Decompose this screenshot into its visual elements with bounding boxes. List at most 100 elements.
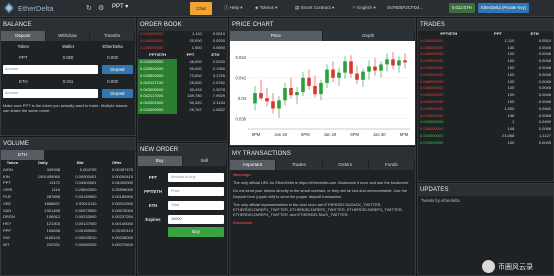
amount-to-buy-input[interactable]: Amount to buy (168, 172, 224, 182)
trade-price: 0.046000000 (420, 85, 444, 91)
volume-row[interactable]: HSY 121303 0.00137000 0.00140000 (1, 221, 135, 228)
token-select[interactable]: PPT ▾ (112, 3, 128, 10)
trade-ppt: 148 (507, 112, 515, 118)
candle-body (307, 77, 311, 86)
ask-row[interactable]: 0.046000000 1,110 0.0510 (138, 31, 227, 38)
trade-row: 0.046000000 100 0.0046 (418, 65, 553, 72)
volume-row[interactable]: PLR 287898 0.00189900 0.00189900 (1, 194, 135, 201)
deposit-button-eth[interactable]: Deposit (102, 89, 133, 98)
nav-language[interactable]: ⚐ English ▾ (352, 5, 376, 11)
tab-price[interactable]: Price (230, 31, 323, 41)
tweets-link[interactable]: Tweets by etherdelta (418, 196, 553, 205)
tab-transfer[interactable]: Transfer (90, 31, 135, 41)
trade-price: 0.046000000 (420, 78, 444, 84)
tab-orders[interactable]: Orders (322, 160, 369, 170)
private-key-badge[interactable]: EtherDelta (Private Key) (478, 3, 530, 13)
amount-input-eth[interactable]: Amount (3, 89, 98, 98)
bid-row[interactable]: 0.043127100 25,000 1.0782 (138, 79, 227, 87)
bid-row[interactable]: 0.044000000 46,000 2.0240 (138, 59, 227, 67)
bid-row[interactable]: 0.043000000 30,415 1.3078 (138, 86, 227, 94)
ask-row[interactable]: 0.046000000 1,500 0.0690 (138, 45, 227, 52)
candle-body (355, 73, 359, 80)
candle-body (265, 98, 269, 102)
tab-deposit[interactable]: Deposit (1, 31, 46, 41)
volume-daily: 11472 (49, 180, 60, 186)
tab-eth[interactable]: ETH (1, 150, 45, 160)
y-tick-label: 0.04 (238, 96, 247, 101)
bid-row[interactable]: 0.042001000 50,320 2.1134 (138, 100, 227, 107)
bid-price: 0.042001000 (138, 100, 178, 107)
volume-row[interactable]: AION 349338 0.004799 0.00497470 (1, 167, 135, 174)
token-select-label: PPT (112, 4, 124, 10)
settings-icon[interactable]: ⚙ (98, 4, 104, 12)
candle-body (403, 60, 407, 63)
price-input[interactable]: Price (168, 186, 224, 196)
balance-row-eth: ETH 0.011 0.000 (1, 76, 135, 87)
tab-withdraw[interactable]: Withdraw (45, 31, 91, 41)
refresh-icon[interactable]: ↻ (86, 4, 92, 12)
volume-offer: 0.00237254 (111, 214, 133, 220)
tab-trades[interactable]: Trades (276, 160, 323, 170)
volume-bid: 0.00080003 (75, 241, 97, 247)
tab-funds[interactable]: Funds (368, 160, 415, 170)
amount-input-ppt[interactable]: Amount (3, 65, 98, 74)
bid-row[interactable]: 0.043900000 50,000 2.1950 (138, 66, 227, 73)
logo[interactable]: EtherDelta (3, 2, 53, 14)
nav-smart-contract[interactable]: ▤ Smart Contract ▾ (295, 5, 334, 11)
volume-row[interactable]: SIG 1165126 0.00035510 0.00036000 (1, 235, 135, 242)
volume-daily: 1301458 (44, 207, 60, 213)
tab-depth[interactable]: Depth (322, 31, 415, 41)
bid-ppt: 30,415 (189, 86, 202, 92)
volume-row[interactable]: INT 202931 0.00080003 0.00079400 (1, 242, 135, 249)
bid-row[interactable]: 0.042117000 189,780 7.9929 (138, 93, 227, 101)
nav-help[interactable]: ⓘ Help ▾ (224, 5, 243, 11)
ask-ppt: 20,000 (189, 37, 202, 43)
buy-button[interactable]: Buy (168, 227, 224, 237)
trade-ppt: 100 (507, 64, 515, 70)
balance-token: ETH (19, 79, 28, 84)
transactions-title: MY TRANSACTIONS (230, 148, 415, 160)
balance-token: PPT (19, 55, 28, 60)
ob-col-eth: ETH (211, 51, 220, 57)
chat-button[interactable]: Chat (190, 2, 212, 15)
order-book-table: 0.046000000 1,110 0.0510 0.046000000 20,000 0… (138, 31, 227, 114)
tab-important[interactable]: Important (230, 160, 277, 170)
nav-tokens-label: Tokens (259, 5, 274, 10)
x-tick-label: 6PM (400, 132, 409, 137)
volume-row[interactable]: VEE 1888637 0.00012110 0.00012500 (1, 201, 135, 208)
volume-row[interactable]: VERI 1116 0.25600000 0.25998000 (1, 187, 135, 194)
bid-eth: 7.9929 (212, 93, 225, 99)
volume-token: INT (3, 241, 10, 247)
bid-row[interactable]: 0.043500000 73,000 3.1755 (138, 72, 227, 80)
trade-row: 0.049000000 1 0.0490 (418, 119, 553, 126)
volume-token: KIN (3, 173, 10, 179)
eth-balance-badge: 0.011 ETH (449, 3, 475, 13)
balance-row-ppt: PPT 0.000 0.000 (1, 52, 135, 63)
volume-row[interactable]: DRGN 106912 0.00233000 0.00237254 (1, 214, 135, 221)
candle-body (253, 93, 257, 104)
bid-row[interactable]: 0.042000000 25,767 1.0822 (138, 106, 227, 114)
nav-tokens[interactable]: ◈ Tokens ▾ (255, 5, 277, 11)
volume-daily: 106912 (46, 214, 60, 220)
expires-input[interactable]: 10000 (168, 214, 224, 224)
ask-price: 0.046000000 (140, 37, 164, 43)
order-book-panel: ORDER BOOK 0.046000000 1,110 0.0510 0.04600… (137, 18, 228, 142)
trade-price: 0.046000000 (420, 126, 444, 132)
ask-row[interactable]: 0.046000000 20,000 0.9200 (138, 38, 227, 45)
price-candlestick-chart[interactable]: 0.044 0.042 0.04 0.038 6PM Jan 28 6PM Jan 29 6PM… (230, 41, 415, 145)
updates-title: UPDATES (418, 184, 553, 196)
deposit-button-ppt[interactable]: Deposit (102, 65, 133, 74)
volume-row[interactable]: SAN 1301458 0.00075900 0.00076000 (1, 208, 135, 215)
tab-buy[interactable]: Buy (138, 156, 183, 166)
disclaimer-heading: Disclaimer (233, 220, 253, 226)
tab-sell[interactable]: Sell (182, 156, 227, 166)
trade-ppt: 1 (512, 119, 515, 125)
candle-body (301, 77, 305, 93)
total-input[interactable]: Total (168, 200, 224, 210)
trade-row: 0.046000000 1,000 0.0460 (418, 106, 553, 113)
account-address[interactable]: 0x79D5F2CFD4... (387, 5, 423, 10)
volume-row[interactable]: PPP 106636 0.00189000 0.00190119 (1, 228, 135, 235)
volume-row[interactable]: PPT 11472 0.04400001 0.04400000 (1, 180, 135, 187)
volume-row[interactable]: KIN 1901459060 0.00000401 0.00000415 (1, 174, 135, 181)
field-label-price: PPT/ETH (144, 188, 162, 194)
